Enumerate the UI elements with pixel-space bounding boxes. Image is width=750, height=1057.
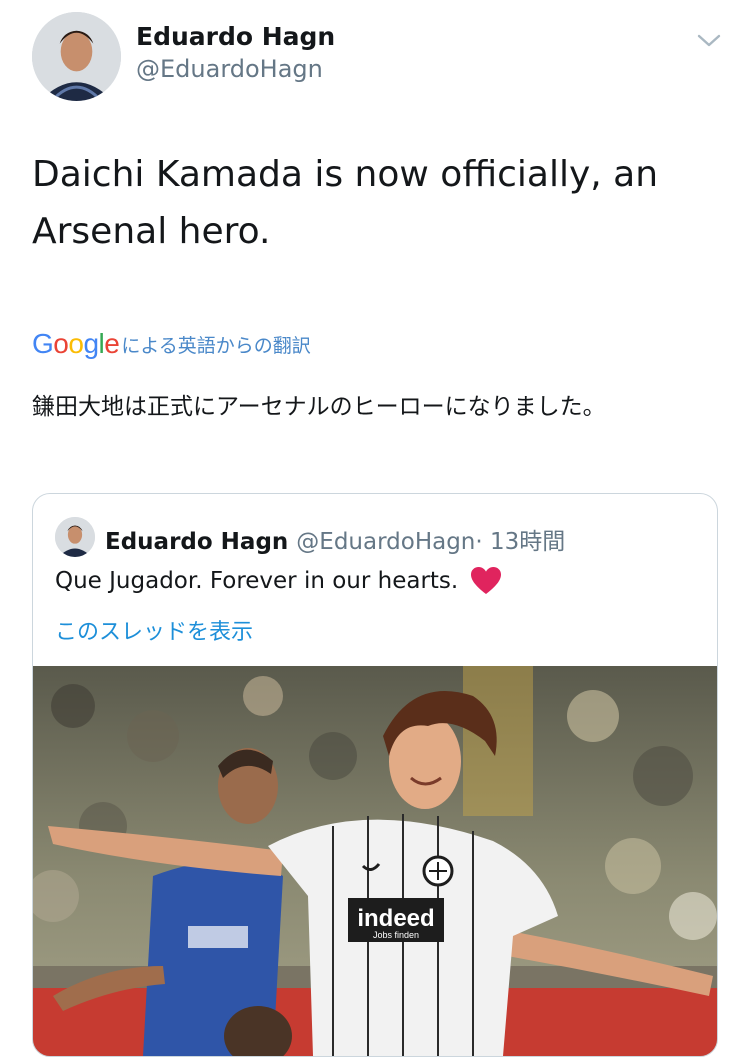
quoted-tweet-header: Eduardo Hagn @EduardoHagn· 13時間 bbox=[105, 522, 565, 556]
google-logo-letter: e bbox=[104, 328, 120, 359]
quoted-tweet-text: Que Jugador. Forever in our hearts. bbox=[55, 568, 459, 594]
translation-attribution: Google による英語からの翻訳 bbox=[32, 327, 311, 361]
quoted-author-handle[interactable]: @EduardoHagn bbox=[296, 529, 475, 555]
quoted-author-avatar[interactable] bbox=[55, 517, 95, 557]
translation-label: による英語からの翻訳 bbox=[121, 334, 311, 357]
author-handle[interactable]: @EduardoHagn bbox=[136, 55, 323, 83]
google-logo-letter: G bbox=[32, 328, 54, 359]
quoted-tweet-time[interactable]: · 13時間 bbox=[475, 529, 565, 555]
quoted-author-name[interactable]: Eduardo Hagn bbox=[105, 529, 288, 555]
quoted-tweet-card[interactable]: Eduardo Hagn @EduardoHagn· 13時間 Que Jugad… bbox=[32, 493, 718, 1057]
tweet-text: Daichi Kamada is now officially, an Arse… bbox=[32, 154, 659, 252]
red-heart-icon bbox=[470, 566, 502, 596]
show-thread-link[interactable]: このスレッドを表示 bbox=[55, 614, 253, 646]
google-logo-letter: o bbox=[68, 328, 84, 359]
google-logo-letter: o bbox=[53, 328, 69, 359]
chevron-down-icon[interactable] bbox=[695, 28, 723, 52]
google-logo-letter: g bbox=[83, 328, 99, 359]
quoted-tweet-text-row: Que Jugador. Forever in our hearts. bbox=[55, 566, 502, 596]
author-avatar[interactable] bbox=[32, 12, 121, 101]
author-name[interactable]: Eduardo Hagn bbox=[136, 22, 335, 51]
google-logo: Google bbox=[32, 328, 120, 360]
translated-text: 鎌田大地は正式にアーセナルのヒーローになりました。 bbox=[32, 394, 606, 420]
photo-sponsor-text: indeed bbox=[357, 905, 434, 932]
quoted-tweet-photo[interactable]: indeed Jobs finden bbox=[33, 666, 717, 1056]
photo-sponsor-tag: Jobs finden bbox=[373, 930, 419, 940]
